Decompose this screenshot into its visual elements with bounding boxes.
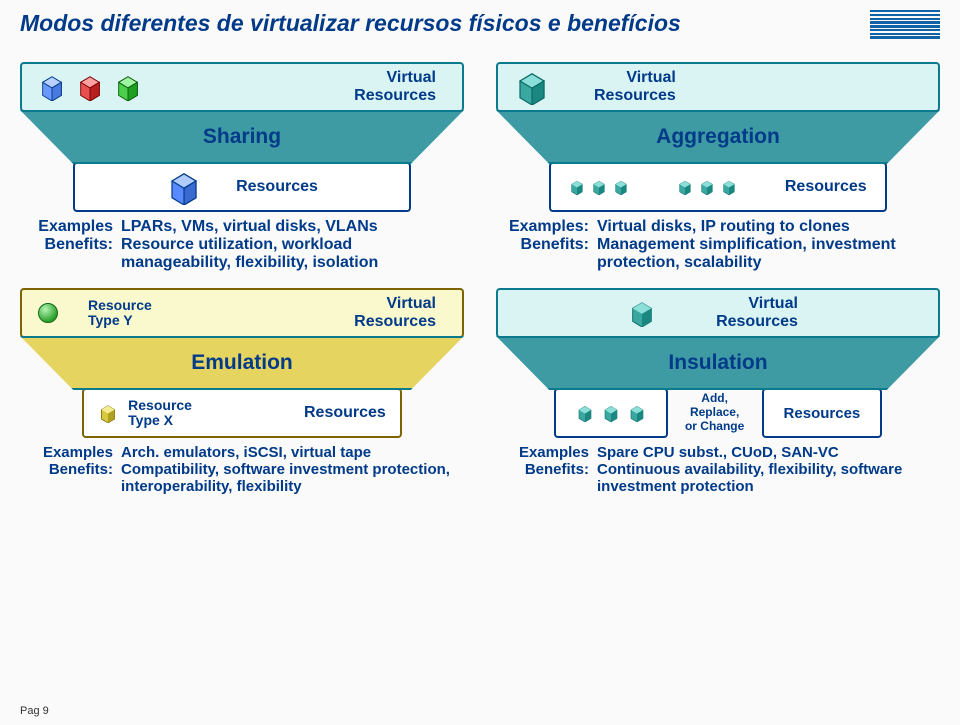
cube-icon (114, 73, 142, 101)
examples-label: Examples (20, 218, 115, 236)
aggregation-resources-box: Resources (549, 162, 886, 212)
page-number: Pag 9 (20, 705, 49, 717)
emulation-resources-box: Resource Type X Resources (82, 388, 402, 438)
sharing-examples: LPARs, VMs, virtual disks, VLANs (121, 218, 464, 236)
benefits-label: Benefits: (20, 461, 115, 495)
insulation-column: Virtual Resources Insulation Add, Replac… (496, 288, 940, 495)
examples-label: Examples: (496, 218, 591, 236)
cube-icon (514, 69, 550, 105)
emulation-benefits: Compatibility, software investment prote… (121, 461, 464, 495)
benefits-label: Benefits: (496, 461, 591, 495)
emulation-bottom-left-label: Resource Type X (128, 398, 192, 429)
insulation-mid-label: Add, Replace, or Change (678, 392, 752, 433)
sharing-text: Examples LPARs, VMs, virtual disks, VLAN… (20, 218, 464, 272)
benefits-label: Benefits: (496, 236, 591, 272)
sharing-label: Sharing (20, 110, 464, 164)
circle-icon (38, 303, 58, 323)
aggregation-label: Aggregation (496, 110, 940, 164)
slide-title: Modos diferentes de virtualizar recursos… (20, 10, 940, 37)
sharing-benefits: Resource utilization, workload manageabi… (121, 236, 464, 272)
aggregation-virtual-label: Virtual Resources (594, 69, 676, 104)
emulation-column: Resource Type Y Virtual Resources Emulat… (20, 288, 464, 495)
emulation-virtual-label: Virtual Resources (354, 295, 436, 330)
aggregation-column: Virtual Resources Aggregation Resources … (496, 62, 940, 272)
aggregation-resources-label: Resources (785, 178, 867, 196)
cube-group-icon (569, 179, 629, 195)
aggregation-text: Examples: Virtual disks, IP routing to c… (496, 218, 940, 272)
aggregation-virtual-box: Virtual Resources (496, 62, 940, 112)
aggregation-benefits: Management simplification, investment pr… (597, 236, 940, 272)
emulation-resources-label: Resources (304, 404, 386, 422)
cube-group-icon (677, 179, 737, 195)
benefits-label: Benefits: (20, 236, 115, 272)
insulation-resources-row: Add, Replace, or Change Resources (554, 388, 883, 438)
cube-icon (76, 73, 104, 101)
emulation-top-left-label: Resource Type Y (88, 298, 152, 329)
sharing-resources-box: Resources (73, 162, 410, 212)
ibm-logo (870, 10, 940, 38)
insulation-resources-left (554, 388, 668, 438)
cube-icon (38, 73, 66, 101)
aggregation-examples: Virtual disks, IP routing to clones (597, 218, 940, 236)
cube-icon (628, 299, 656, 327)
sharing-virtual-label: Virtual Resources (354, 69, 436, 104)
sharing-resources-label: Resources (236, 178, 318, 196)
insulation-virtual-label: Virtual Resources (716, 295, 798, 330)
emulation-virtual-box: Resource Type Y Virtual Resources (20, 288, 464, 338)
emulation-text: Examples Arch. emulators, iSCSI, virtual… (20, 444, 464, 495)
sharing-virtual-box: Virtual Resources (20, 62, 464, 112)
insulation-label: Insulation (496, 336, 940, 390)
examples-label: Examples (20, 444, 115, 461)
cube-icon (166, 169, 202, 205)
insulation-benefits: Continuous availability, flexibility, so… (597, 461, 940, 495)
sharing-column: Virtual Resources Sharing Resources Exam… (20, 62, 464, 272)
examples-label: Examples (496, 444, 591, 461)
insulation-examples: Spare CPU subst., CUoD, SAN-VC (597, 444, 940, 461)
insulation-resources-right: Resources (762, 388, 883, 438)
insulation-resources-label: Resources (784, 405, 861, 422)
insulation-text: Examples Spare CPU subst., CUoD, SAN-VC … (496, 444, 940, 495)
cube-icon (98, 403, 118, 423)
emulation-label: Emulation (20, 336, 464, 390)
insulation-virtual-box: Virtual Resources (496, 288, 940, 338)
emulation-examples: Arch. emulators, iSCSI, virtual tape (121, 444, 464, 461)
